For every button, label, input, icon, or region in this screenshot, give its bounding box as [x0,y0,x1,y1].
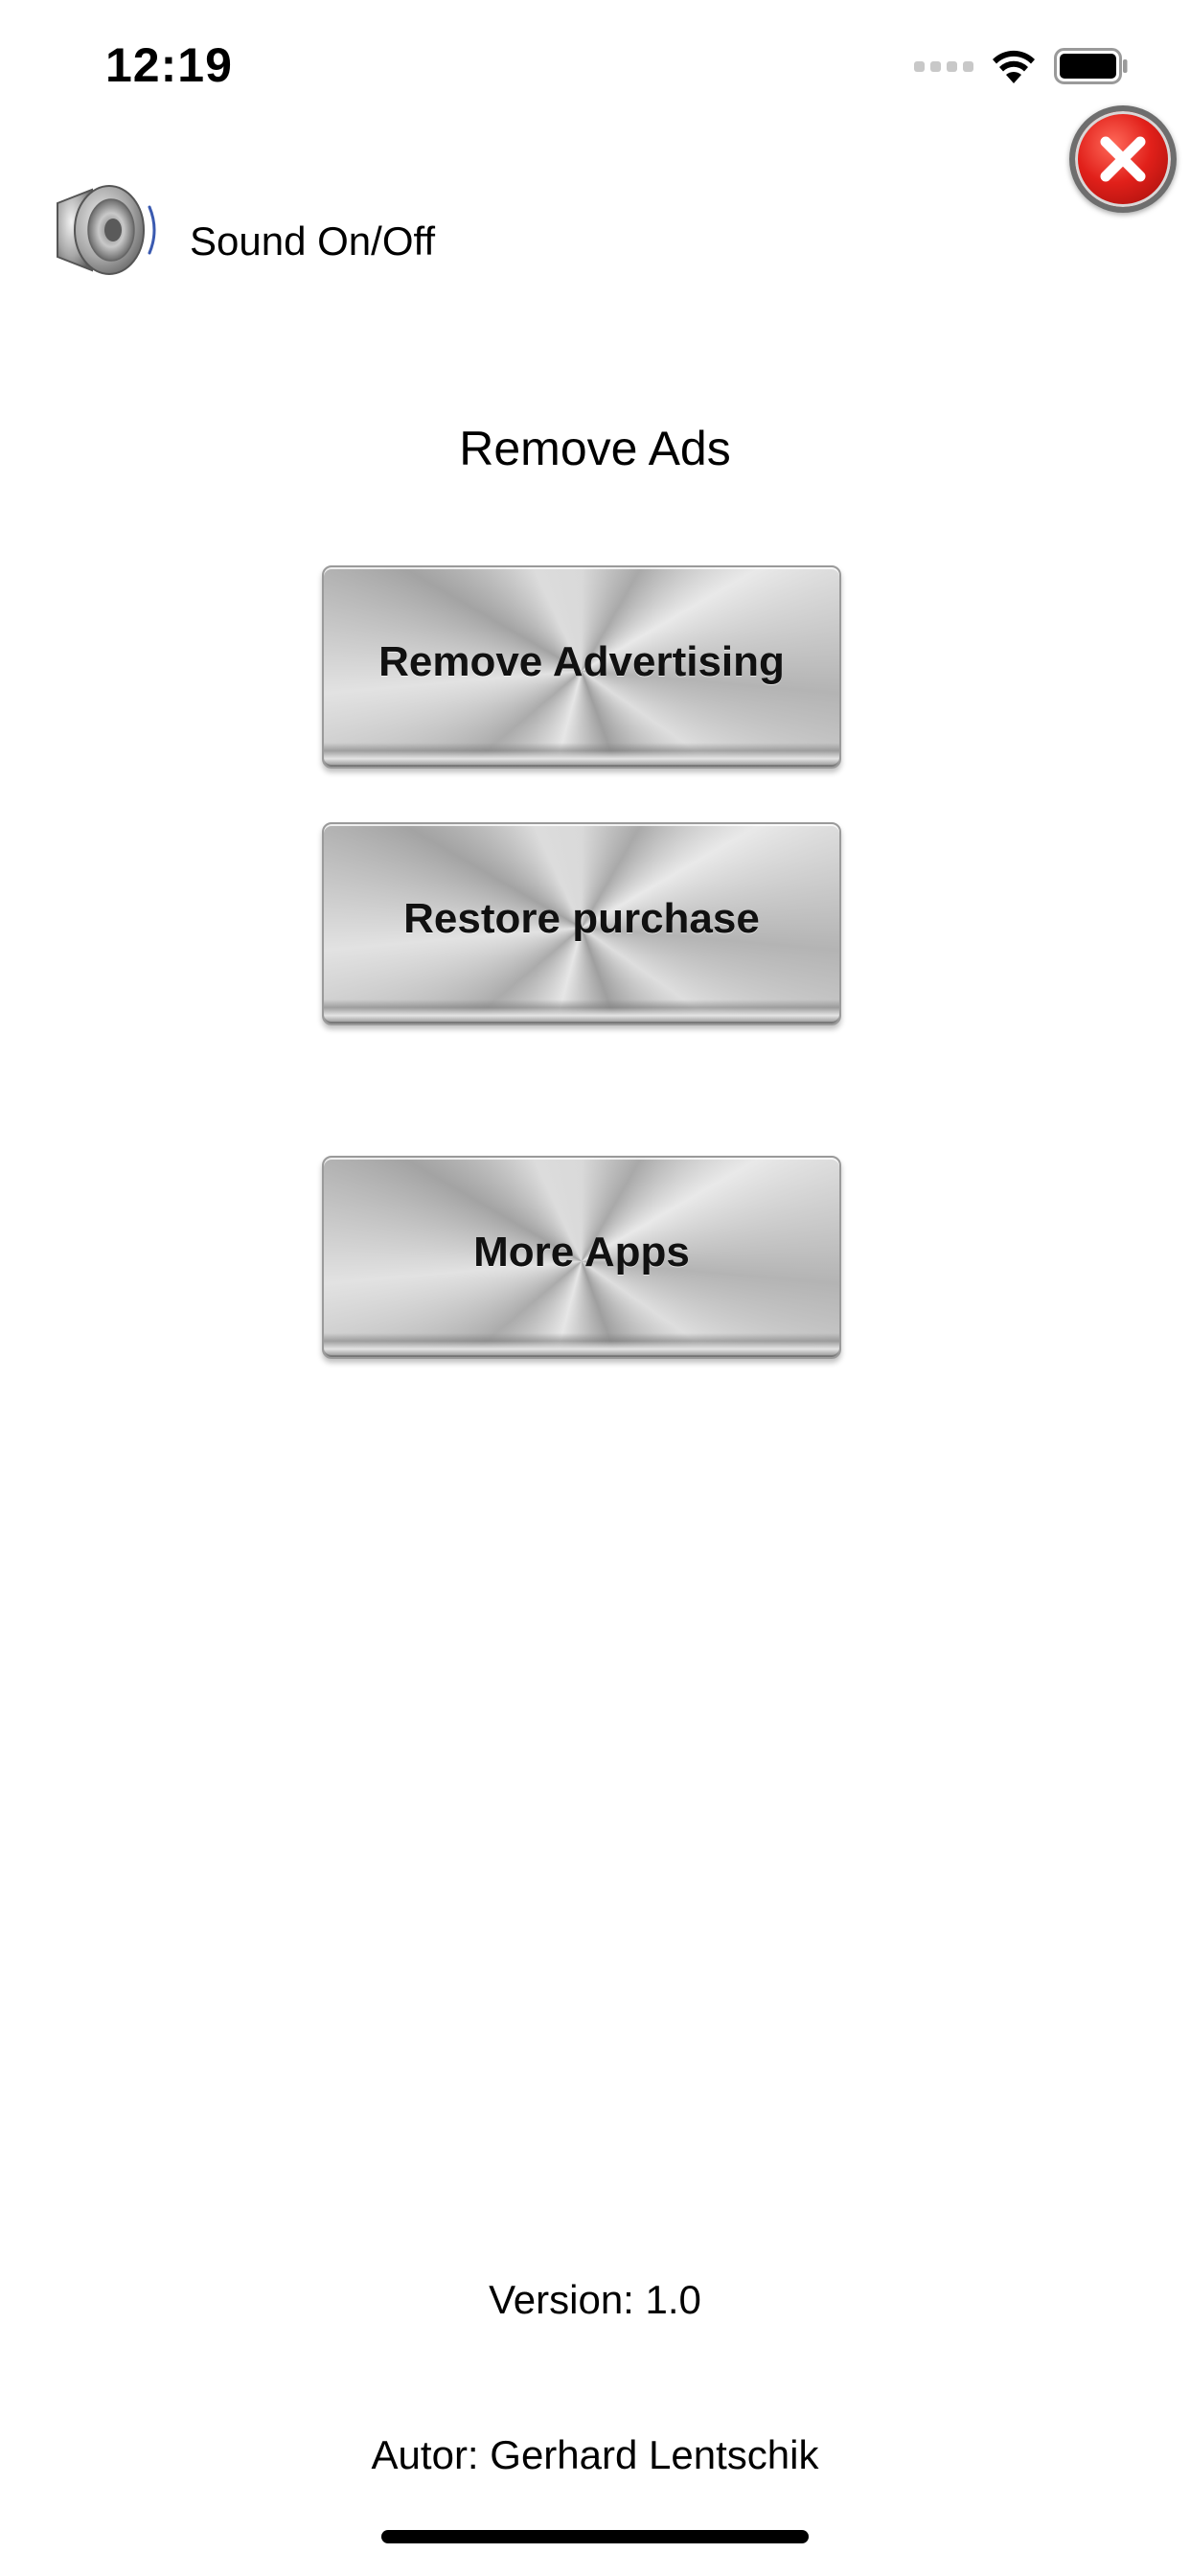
restore-purchase-button[interactable]: Restore purchase [322,822,841,1025]
status-icons [914,42,1129,90]
close-button[interactable] [1069,105,1177,213]
sound-toggle-button[interactable] [50,174,165,286]
more-apps-label: More Apps [473,1229,690,1276]
remove-advertising-button[interactable]: Remove Advertising [322,565,841,769]
page-title: Remove Ads [459,422,731,475]
battery-icon [1054,48,1129,84]
signal-dots-icon [914,60,973,72]
more-apps-button[interactable]: More Apps [322,1156,841,1359]
author-text: Autor: Gerhard Lentschik [371,2432,819,2477]
wifi-icon [991,47,1037,85]
sound-label: Sound On/Off [190,218,436,264]
close-icon [1100,136,1146,182]
version-text: Version: 1.0 [489,2277,701,2322]
status-time: 12:19 [105,38,233,92]
speaker-icon [57,185,156,275]
restore-purchase-label: Restore purchase [403,895,760,942]
home-indicator[interactable] [381,2530,809,2543]
remove-advertising-label: Remove Advertising [378,638,785,685]
